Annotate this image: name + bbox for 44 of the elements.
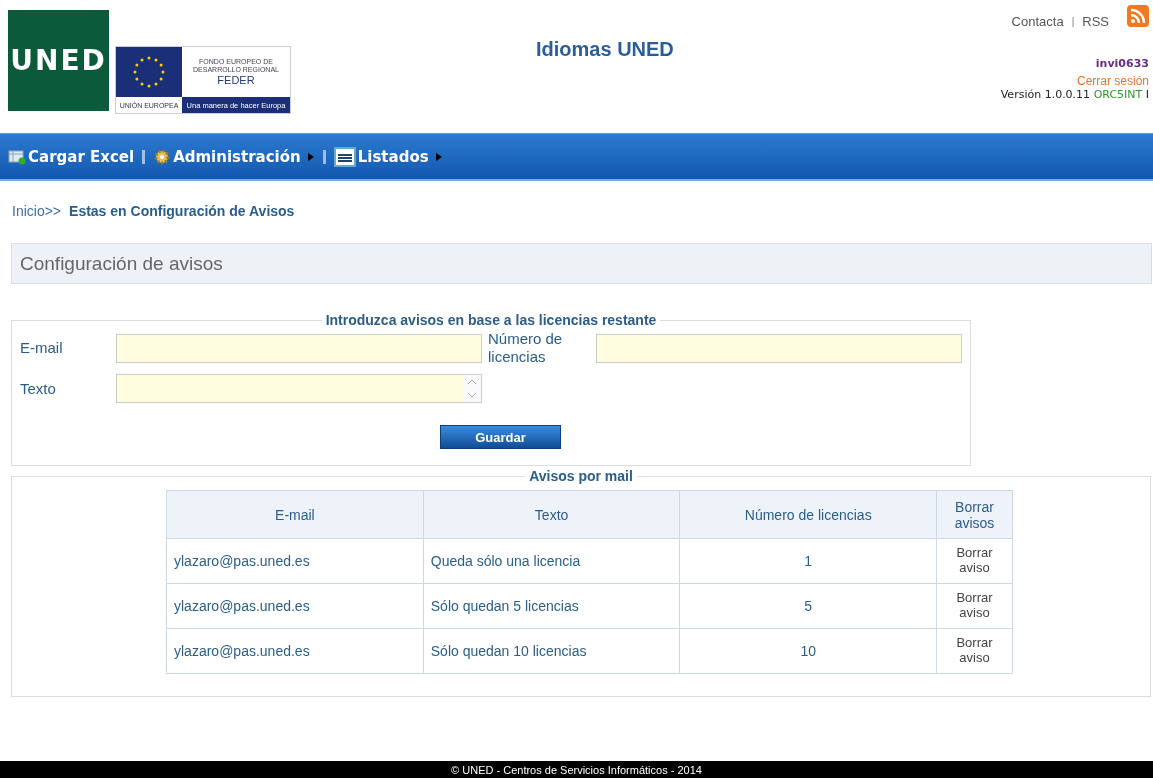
- table-cell: 1: [679, 538, 937, 584]
- table-cell: ylazaro@pas.uned.es: [166, 583, 424, 629]
- menu-item[interactable]: Administración: [153, 147, 315, 166]
- column-header: Borrar avisos: [936, 490, 1013, 539]
- table-cell: 5: [679, 583, 937, 629]
- contact-link[interactable]: Contacta: [1011, 14, 1064, 29]
- gear-icon: [153, 147, 172, 166]
- column-header: Número de licencias: [679, 490, 937, 539]
- uned-logo: UNED: [8, 10, 109, 111]
- column-header: Texto: [423, 490, 680, 539]
- field-label: Número de licencias: [487, 330, 564, 366]
- site-title: Idiomas UNED: [536, 38, 674, 61]
- feder-name: FEDER: [217, 74, 255, 87]
- spreadsheet-icon: [8, 148, 26, 165]
- table-cell: ylazaro@pas.uned.es: [166, 628, 424, 674]
- field-label: E-mail: [20, 339, 64, 357]
- breadcrumb-current: Estas en Configuración de Avisos: [69, 203, 295, 219]
- email-field[interactable]: [116, 333, 482, 363]
- text-field[interactable]: [116, 374, 482, 403]
- page-title: Configuración de avisos: [11, 243, 1152, 284]
- username: invi0633: [1095, 57, 1149, 70]
- menu-item[interactable]: Listados: [333, 146, 443, 167]
- column-header: E-mail: [166, 490, 424, 539]
- eu-flag-icon: [116, 47, 182, 97]
- licenses-field[interactable]: [596, 333, 962, 363]
- rss-link[interactable]: RSS: [1082, 14, 1109, 29]
- scroll-arrows-icon: [463, 375, 481, 402]
- footer: © UNED - Centros de Servicios Informáticos - 2014: [0, 761, 1153, 778]
- list-legend: Avisos por mail: [525, 468, 637, 484]
- home-link[interactable]: Inicio>>: [12, 203, 62, 219]
- table-cell: Sólo quedan 10 licencias: [423, 628, 680, 674]
- rss-icon[interactable]: [1127, 4, 1149, 27]
- table-cell: Sólo quedan 5 licencias: [423, 583, 680, 629]
- form-legend: Introduzca avisos en base a las licencias restante: [321, 312, 661, 328]
- field-label: Texto: [20, 379, 57, 398]
- version-text: Versión 1.0.0.11 ORC5INT I: [1000, 88, 1149, 101]
- logout-link[interactable]: Cerrar sesión: [1076, 74, 1149, 88]
- separator: |: [1071, 16, 1075, 27]
- table-cell: 10: [679, 628, 937, 674]
- list-icon: [333, 146, 356, 167]
- table-cell: Queda sólo una licencia: [423, 538, 680, 584]
- table-cell: ylazaro@pas.uned.es: [166, 538, 424, 584]
- menu-item[interactable]: Cargar Excel: [8, 147, 135, 166]
- save-button[interactable]: Guardar: [440, 425, 561, 449]
